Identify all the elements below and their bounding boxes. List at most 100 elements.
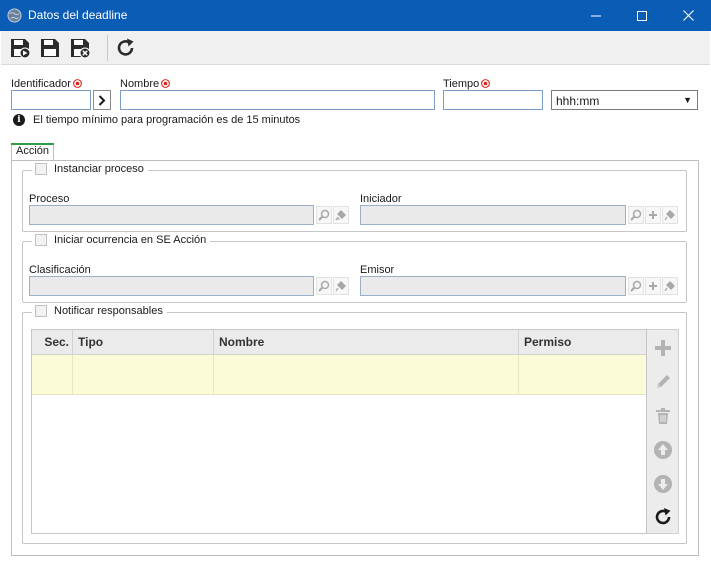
refresh-icon [655, 508, 671, 525]
close-icon [682, 10, 694, 21]
save-icon [41, 39, 59, 57]
instanciar-proceso-label: Instanciar proceso [54, 163, 144, 175]
eraser-icon [664, 281, 675, 292]
tiempo-input[interactable] [443, 90, 543, 110]
instanciar-proceso-legend: Instanciar proceso [32, 163, 148, 175]
proceso-input [29, 205, 314, 225]
title-bar: Datos del deadline [0, 0, 711, 31]
iniciar-ocurrencia-label: Iniciar ocurrencia en SE Acción [54, 234, 207, 246]
plus-icon [655, 340, 671, 356]
save-new-icon [11, 39, 31, 59]
iniciador-clear-button [662, 206, 678, 224]
edit-responsable-button [651, 370, 675, 394]
tiempo-unit-value: hhh:mm [556, 94, 600, 108]
minimize-icon [591, 15, 601, 16]
grid-action-sidebar [647, 329, 679, 534]
arrow-up-icon [654, 441, 672, 459]
grid-header: Sec. Tipo Nombre Permiso [32, 330, 646, 355]
table-row[interactable] [32, 355, 646, 395]
nombre-label: Nombre [120, 78, 171, 90]
emisor-clear-button [662, 277, 678, 295]
column-header-sec[interactable]: Sec. [32, 330, 73, 355]
notificar-responsables-label: Notificar responsables [54, 305, 163, 317]
emisor-input [360, 276, 626, 296]
tiempo-label-text: Tiempo [443, 78, 480, 90]
refresh-grid-button[interactable] [651, 505, 675, 529]
emisor-label: Emisor [360, 264, 395, 276]
responsables-grid: Sec. Tipo Nombre Permiso [31, 329, 647, 534]
iniciador-add-button [645, 206, 661, 224]
emisor-add-button [645, 277, 661, 295]
arrow-down-icon [654, 475, 672, 493]
minimize-button[interactable] [573, 0, 619, 31]
instanciar-proceso-checkbox[interactable] [35, 163, 47, 175]
required-icon [481, 79, 491, 88]
toolbar [1, 31, 710, 65]
refresh-button[interactable] [115, 37, 137, 59]
plus-icon [649, 282, 657, 290]
clasificacion-label: Clasificación [29, 264, 91, 276]
cell-permiso [519, 355, 646, 395]
save-close-button[interactable] [69, 37, 91, 59]
iniciar-ocurrencia-checkbox[interactable] [35, 234, 47, 246]
eraser-icon [664, 210, 675, 221]
save-button[interactable] [39, 37, 61, 59]
nombre-label-text: Nombre [120, 78, 160, 90]
column-header-tipo[interactable]: Tipo [73, 330, 214, 355]
proceso-search-button [316, 206, 332, 224]
save-new-button[interactable] [9, 37, 31, 59]
required-icon [73, 79, 82, 88]
eraser-icon [335, 210, 346, 221]
proceso-label: Proceso [29, 193, 70, 205]
cell-nombre [214, 355, 519, 395]
info-message: i El tiempo mínimo para programación es … [13, 114, 300, 126]
cell-tipo [73, 355, 214, 395]
close-button[interactable] [665, 0, 711, 31]
search-icon [318, 209, 330, 221]
column-header-nombre[interactable]: Nombre [214, 330, 519, 355]
tab-accion[interactable]: Acción [11, 143, 54, 161]
identificador-label-text: Identificador [11, 78, 71, 90]
trash-icon [656, 408, 670, 424]
move-up-button [651, 438, 675, 462]
emisor-search-button [628, 277, 644, 295]
info-icon: i [13, 114, 25, 126]
maximize-button[interactable] [619, 0, 665, 31]
globe-icon [7, 8, 22, 23]
caret-down-icon: ▼ [683, 95, 692, 105]
tiempo-unit-select[interactable]: hhh:mm ▼ [551, 90, 698, 110]
info-text: El tiempo mínimo para programación es de… [33, 114, 301, 126]
search-icon [318, 280, 330, 292]
pencil-icon [657, 375, 670, 388]
cell-sec [32, 355, 73, 395]
iniciador-label: Iniciador [360, 193, 402, 205]
clasificacion-clear-button [333, 277, 349, 295]
clasificacion-search-button [316, 277, 332, 295]
add-responsable-button [651, 336, 675, 360]
notificar-responsables-legend: Notificar responsables [32, 305, 167, 317]
eraser-icon [335, 281, 346, 292]
chevron-right-icon [98, 94, 106, 106]
search-icon [630, 280, 642, 292]
identificador-label: Identificador [11, 78, 82, 90]
move-down-button [651, 472, 675, 496]
nombre-input[interactable] [120, 90, 435, 110]
proceso-clear-button [333, 206, 349, 224]
plus-icon [649, 211, 657, 219]
required-icon [161, 79, 171, 88]
identificador-input[interactable] [11, 90, 91, 110]
iniciador-search-button [628, 206, 644, 224]
delete-responsable-button [651, 404, 675, 428]
window-title: Datos del deadline [28, 8, 128, 22]
next-id-button[interactable] [93, 90, 111, 110]
search-icon [630, 209, 642, 221]
save-close-icon [71, 39, 91, 59]
iniciar-ocurrencia-legend: Iniciar ocurrencia en SE Acción [32, 234, 211, 246]
maximize-icon [637, 10, 647, 21]
notificar-responsables-checkbox[interactable] [35, 305, 47, 317]
iniciador-input [360, 205, 626, 225]
column-header-permiso[interactable]: Permiso [519, 330, 646, 355]
tab-accion-label: Acción [15, 145, 50, 157]
refresh-icon [117, 38, 134, 56]
toolbar-separator [107, 35, 108, 61]
